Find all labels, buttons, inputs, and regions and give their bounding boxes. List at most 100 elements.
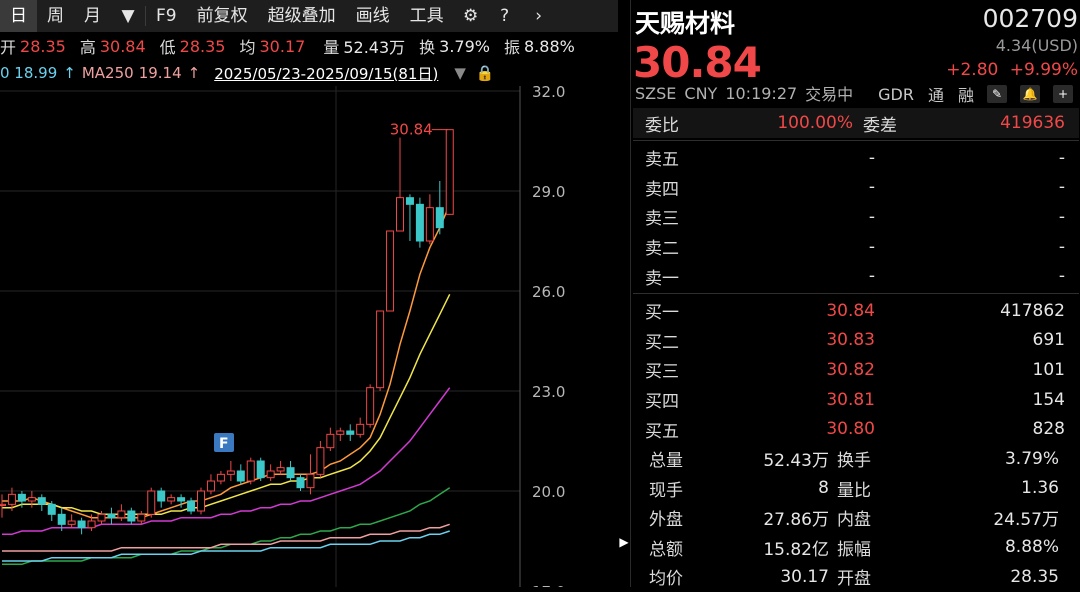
stat-label: 换手 xyxy=(837,451,871,472)
add-icon[interactable]: + xyxy=(1053,85,1073,103)
bid-price: 30.80 xyxy=(826,419,875,440)
bid-list: 买一 30.84 417862 买二 30.83 691 买三 30.82 101 买四 30… xyxy=(633,296,1079,444)
candle-body xyxy=(246,460,255,482)
stat-value: 27.86万 xyxy=(763,510,829,531)
order-ratio-row: 委比 100.00% 委差 419636 xyxy=(633,108,1079,138)
stat-label: 总量 xyxy=(649,451,683,472)
time-label: 10:19:27 xyxy=(725,83,798,103)
candle-body xyxy=(415,203,424,242)
ask-label: 卖二 xyxy=(645,239,679,260)
bid-row[interactable]: 买三 30.82 101 xyxy=(633,355,1079,385)
candle-body xyxy=(376,310,385,389)
meta-row: SZSE CNY 10:19:27 交易中 GDR 通 融 ✎ 🔔 + xyxy=(635,82,1080,106)
stat-label: 外盘 xyxy=(649,510,683,531)
gear-icon[interactable]: ⚙ xyxy=(454,0,488,32)
ma250-value: 19.14 xyxy=(138,64,182,82)
bid-row[interactable]: 买四 30.81 154 xyxy=(633,385,1079,415)
stats-row: 均价 30.17 开盘 28.35 xyxy=(633,562,1079,592)
candle-body xyxy=(157,490,166,502)
candle-body xyxy=(236,470,245,482)
candle-body xyxy=(396,197,404,232)
draw-line-button[interactable]: 画线 xyxy=(346,0,400,32)
chart-panel: 日 周 月 ▼ F9 前复权 超级叠加 画线 工具 ⚙ ? › 开 28.35 … xyxy=(0,0,629,587)
y-tick-label: 23.0 xyxy=(532,383,565,401)
help-icon[interactable]: ? xyxy=(488,0,522,32)
wei-cha-label: 委差 xyxy=(863,115,897,136)
candle-body xyxy=(0,503,6,507)
kline-chart[interactable]: 32.0 29.0 26.0 23.0 20.0 17.0 30.84 F xyxy=(0,86,618,587)
y-tick-label: 26.0 xyxy=(532,283,565,301)
stat-value: 52.43万 xyxy=(763,451,829,472)
candle-body xyxy=(366,387,375,425)
bell-icon[interactable]: 🔔 xyxy=(1020,85,1040,103)
high-value: 30.84 xyxy=(99,36,146,56)
currency-label: CNY xyxy=(684,83,718,103)
stat-value: 8 xyxy=(818,478,829,499)
stat-value: 1.36 xyxy=(1021,478,1059,499)
ask-label: 卖四 xyxy=(645,179,679,200)
candle-body xyxy=(296,477,305,489)
ask-row[interactable]: 卖三 - - xyxy=(633,202,1079,232)
ask-row[interactable]: 卖二 - - xyxy=(633,232,1079,262)
tab-weekly[interactable]: 周 xyxy=(37,0,74,32)
last-price: 30.84 xyxy=(633,38,762,87)
overlay-button[interactable]: 超级叠加 xyxy=(258,0,346,32)
date-range-dropdown-icon[interactable]: ▼ xyxy=(454,64,466,82)
open-label: 开 xyxy=(0,38,17,57)
ask-row[interactable]: 卖五 - - xyxy=(633,143,1079,173)
f-badge-label: F xyxy=(219,436,229,452)
meta-tools: GDR 通 融 ✎ 🔔 + xyxy=(872,82,1080,106)
adjust-button[interactable]: 前复权 xyxy=(187,0,258,32)
ask-price: - xyxy=(868,266,875,287)
stats-table: 总量 52.43万 换手 3.79% 现手 8 量比 1.36 外盘 27.86万 内盘 24.5… xyxy=(633,444,1079,592)
tong-label[interactable]: 通 xyxy=(928,82,944,106)
bid-label: 买一 xyxy=(645,303,679,324)
tab-daily[interactable]: 日 xyxy=(0,0,37,32)
bid-price: 30.82 xyxy=(826,359,875,380)
bid-label: 买五 xyxy=(645,421,679,442)
date-range[interactable]: 2025/05/23-2025/09/15(81日) xyxy=(214,63,438,84)
ask-volume: - xyxy=(1058,206,1065,227)
f9-button[interactable]: F9 xyxy=(146,0,187,32)
tab-monthly[interactable]: 月 xyxy=(74,0,111,32)
bid-label: 买四 xyxy=(645,392,679,413)
bid-price: 30.81 xyxy=(826,389,875,410)
low-label: 低 xyxy=(159,38,176,57)
ask-price: - xyxy=(868,177,875,198)
candle-body xyxy=(336,430,345,435)
candle-body xyxy=(37,497,46,505)
candle-body xyxy=(346,430,355,435)
stats-row: 总额 15.82亿 振幅 8.88% xyxy=(633,533,1079,563)
bid-row[interactable]: 买一 30.84 417862 xyxy=(633,296,1079,326)
ask-row[interactable]: 卖四 - - xyxy=(633,173,1079,203)
y-tick-label: 17.0 xyxy=(532,583,565,587)
tools-button[interactable]: 工具 xyxy=(400,0,454,32)
turnover-value: 3.79% xyxy=(439,36,490,56)
bid-row[interactable]: 买二 30.83 691 xyxy=(633,326,1079,356)
candle-body xyxy=(266,470,275,479)
lock-icon[interactable]: 🔒 xyxy=(476,64,495,82)
panel-toggle-icon[interactable]: ▶ xyxy=(618,527,630,557)
chevron-right-icon[interactable]: › xyxy=(522,0,556,32)
ask-label: 卖一 xyxy=(645,268,679,289)
price-change: +2.80 +9.99% xyxy=(946,60,1078,80)
bid-volume: 154 xyxy=(1032,389,1065,410)
stat-value: 28.35 xyxy=(1010,566,1059,587)
bid-row[interactable]: 买五 30.80 828 xyxy=(633,414,1079,444)
period-dropdown-icon[interactable]: ▼ xyxy=(111,0,145,32)
change-value: +2.80 xyxy=(946,60,999,80)
candle-body xyxy=(127,510,136,522)
ask-row[interactable]: 卖一 - - xyxy=(633,261,1079,291)
candle-body xyxy=(147,490,156,515)
ask-volume: - xyxy=(1058,266,1065,287)
stat-label: 振幅 xyxy=(837,539,871,560)
edit-icon[interactable]: ✎ xyxy=(987,85,1007,103)
candle-body xyxy=(405,197,414,205)
amplitude-label: 振 xyxy=(503,38,520,57)
ma120-value: 0 18.99 xyxy=(0,64,58,82)
stats-row: 现手 8 量比 1.36 xyxy=(633,474,1079,504)
change-percent: +9.99% xyxy=(1009,60,1078,80)
candle-body xyxy=(47,503,56,515)
gdr-link[interactable]: GDR xyxy=(878,85,914,104)
rong-label[interactable]: 融 xyxy=(958,82,974,106)
